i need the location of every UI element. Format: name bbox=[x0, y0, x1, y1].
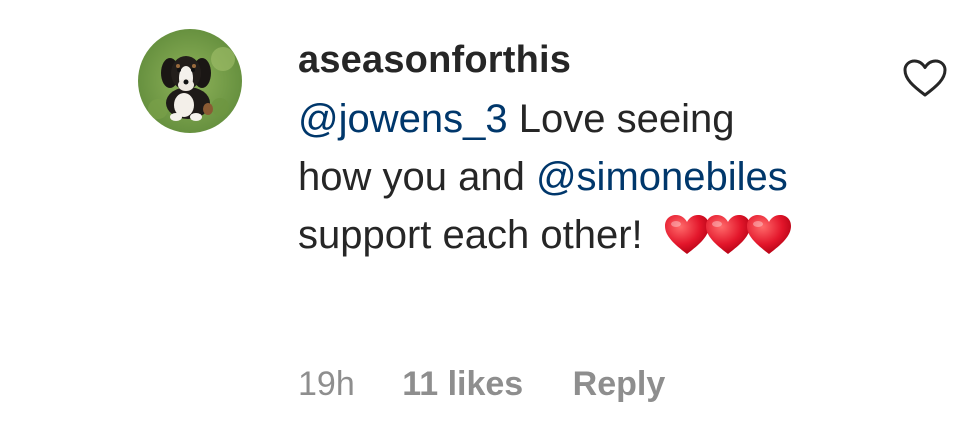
hearts-emoji bbox=[664, 214, 791, 272]
heart-outline-icon[interactable] bbox=[902, 58, 948, 98]
comment-timestamp[interactable]: 19h bbox=[298, 364, 355, 404]
red-heart-emoji-icon bbox=[664, 215, 709, 254]
red-heart-emoji-icon bbox=[705, 215, 750, 254]
mention-link-jowens[interactable]: @jowens_3 bbox=[298, 97, 508, 141]
comment: aseasonforthis @jowens_3 Love seeing how… bbox=[0, 0, 980, 448]
red-heart-emoji-icon bbox=[746, 215, 791, 254]
dog-avatar-icon bbox=[138, 29, 242, 133]
mention-link-simonebiles[interactable]: @simonebiles bbox=[536, 155, 788, 199]
comment-text: @jowens_3 Love seeing how you and @simon… bbox=[298, 90, 798, 272]
comment-meta: 19h 11 likes Reply bbox=[298, 364, 665, 404]
comment-text-part-2: support each other! bbox=[298, 213, 654, 257]
reply-button[interactable]: Reply bbox=[573, 364, 666, 404]
comment-body: aseasonforthis @jowens_3 Love seeing how… bbox=[298, 36, 838, 272]
avatar[interactable] bbox=[138, 29, 242, 133]
comment-likes-count[interactable]: 11 likes bbox=[402, 364, 523, 404]
comment-username[interactable]: aseasonforthis bbox=[298, 36, 838, 84]
